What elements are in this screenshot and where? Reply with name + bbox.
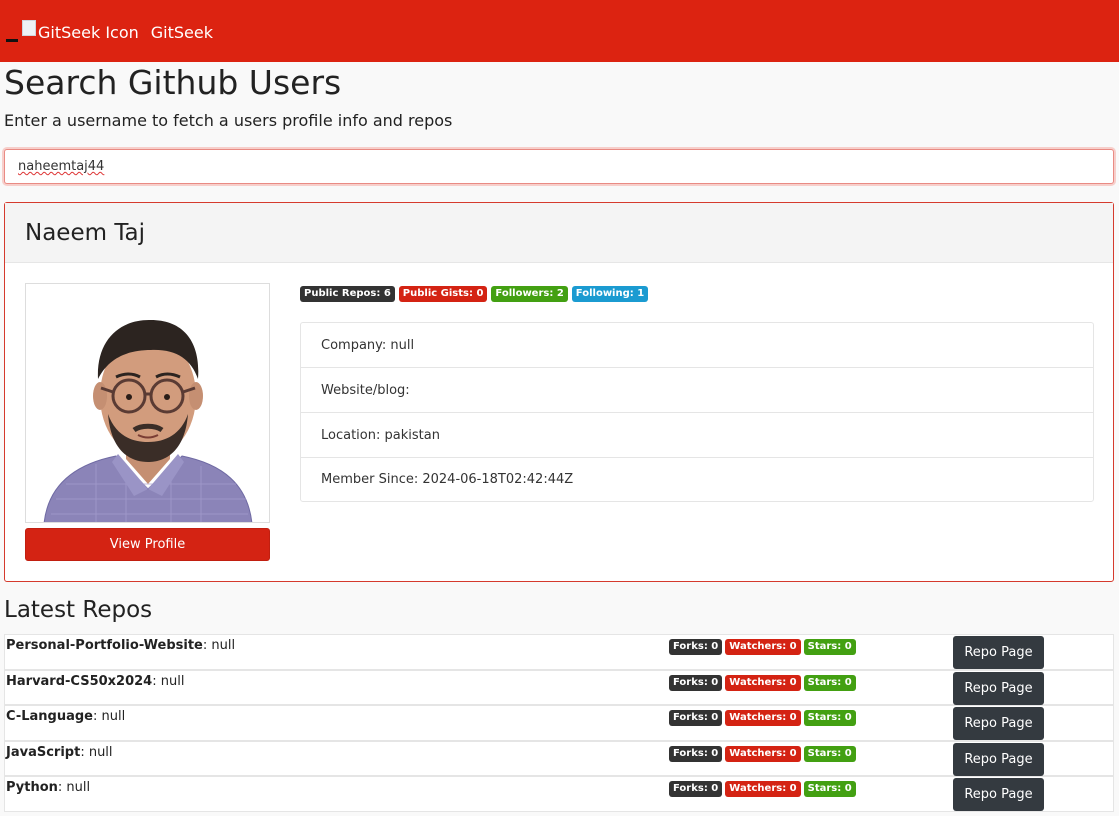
menu-toggle-icon[interactable] [6,30,18,42]
following-badge: Following: 1 [571,286,649,302]
watchers-badge: Watchers: 0 [725,781,801,797]
website-item: Website/blog: [301,368,1093,413]
brand-logo-alt: GitSeek Icon [38,22,139,42]
repo-name: C-Language: null [6,709,125,724]
page-subtitle: Enter a username to fetch a users profil… [4,111,453,130]
brand-name[interactable]: GitSeek [151,23,213,42]
repo-list: Personal-Portfolio-Website: null Forks: … [4,634,1114,812]
repo-page-button[interactable]: Repo Page [953,778,1044,811]
repo-desc: : null [152,673,185,689]
repo-row: Harvard-CS50x2024: null Forks: 0 Watcher… [4,669,1114,705]
repo-row: Python: null Forks: 0 Watchers: 0 Stars:… [4,776,1114,812]
repo-stats: Forks: 0 Watchers: 0 Stars: 0 [669,674,856,691]
repo-row: JavaScript: null Forks: 0 Watchers: 0 St… [4,740,1114,776]
repo-name: Personal-Portfolio-Website: null [6,638,235,653]
forks-badge: Forks: 0 [669,710,723,726]
stars-badge: Stars: 0 [803,745,856,762]
stars-badge: Stars: 0 [803,710,856,726]
avatar [25,283,270,523]
repo-name: Python: null [6,780,90,795]
repo-desc: : null [93,709,126,724]
broken-image-icon [22,20,36,36]
repo-stats: Forks: 0 Watchers: 0 Stars: 0 [669,781,856,797]
repo-desc: : null [202,638,236,653]
repo-row: C-Language: null Forks: 0 Watchers: 0 St… [4,705,1114,741]
repo-stats: Forks: 0 Watchers: 0 Stars: 0 [669,639,856,655]
repos-title: Latest Repos [4,597,153,623]
repo-name: JavaScript: null [6,745,113,760]
repo-page-button[interactable]: Repo Page [953,742,1044,776]
repo-stats: Forks: 0 Watchers: 0 Stars: 0 [669,745,856,762]
followers-badge: Followers: 2 [491,286,568,302]
repo-page-button[interactable]: Repo Page [953,707,1044,740]
view-profile-button[interactable]: View Profile [25,528,270,561]
location-item: Location: pakistan [301,413,1093,458]
watchers-badge: Watchers: 0 [725,745,801,762]
profile-info-list: Company: null Website/blog: Location: pa… [300,322,1094,502]
forks-badge: Forks: 0 [669,745,723,762]
public-gists-badge: Public Gists: 0 [398,286,488,302]
page-title: Search Github Users [4,63,342,102]
watchers-badge: Watchers: 0 [725,710,801,726]
watchers-badge: Watchers: 0 [725,674,801,691]
forks-badge: Forks: 0 [669,639,723,655]
repo-title: C-Language [6,709,94,724]
search-input-value: naheemtaj44 [18,159,105,174]
member-since-item: Member Since: 2024-06-18T02:42:44Z [321,472,574,487]
search-input[interactable]: naheemtaj44 [4,149,1114,184]
stars-badge: Stars: 0 [803,781,856,797]
repo-page-button[interactable]: Repo Page [953,671,1044,705]
repo-title: JavaScript [6,744,81,760]
profile-stats: Public Repos: 6 Public Gists: 0 Follower… [300,286,649,302]
watchers-badge: Watchers: 0 [725,639,801,655]
repo-title: Harvard-CS50x2024 [6,673,153,689]
repo-title: Personal-Portfolio-Website [6,638,203,653]
repo-desc: : null [57,780,91,795]
repo-title: Python [6,780,58,795]
repo-name: Harvard-CS50x2024: null [6,674,184,689]
navbar: GitSeek Icon GitSeek [0,0,1119,62]
brand-logo[interactable]: GitSeek Icon [22,20,139,42]
avatar-photo [26,284,269,522]
public-repos-badge: Public Repos: 6 [300,286,395,302]
forks-badge: Forks: 0 [669,674,723,691]
profile-name: Naeem Taj [5,203,1113,263]
company-item: Company: null [301,323,1093,368]
stars-badge: Stars: 0 [803,674,856,691]
forks-badge: Forks: 0 [669,781,723,797]
repo-row: Personal-Portfolio-Website: null Forks: … [4,634,1114,670]
stars-badge: Stars: 0 [803,639,856,655]
profile-card: Naeem Taj View Profile Public Repos: 6 P… [4,202,1114,582]
repo-stats: Forks: 0 Watchers: 0 Stars: 0 [669,710,856,726]
repo-page-button[interactable]: Repo Page [953,636,1044,669]
repo-desc: : null [80,744,113,760]
